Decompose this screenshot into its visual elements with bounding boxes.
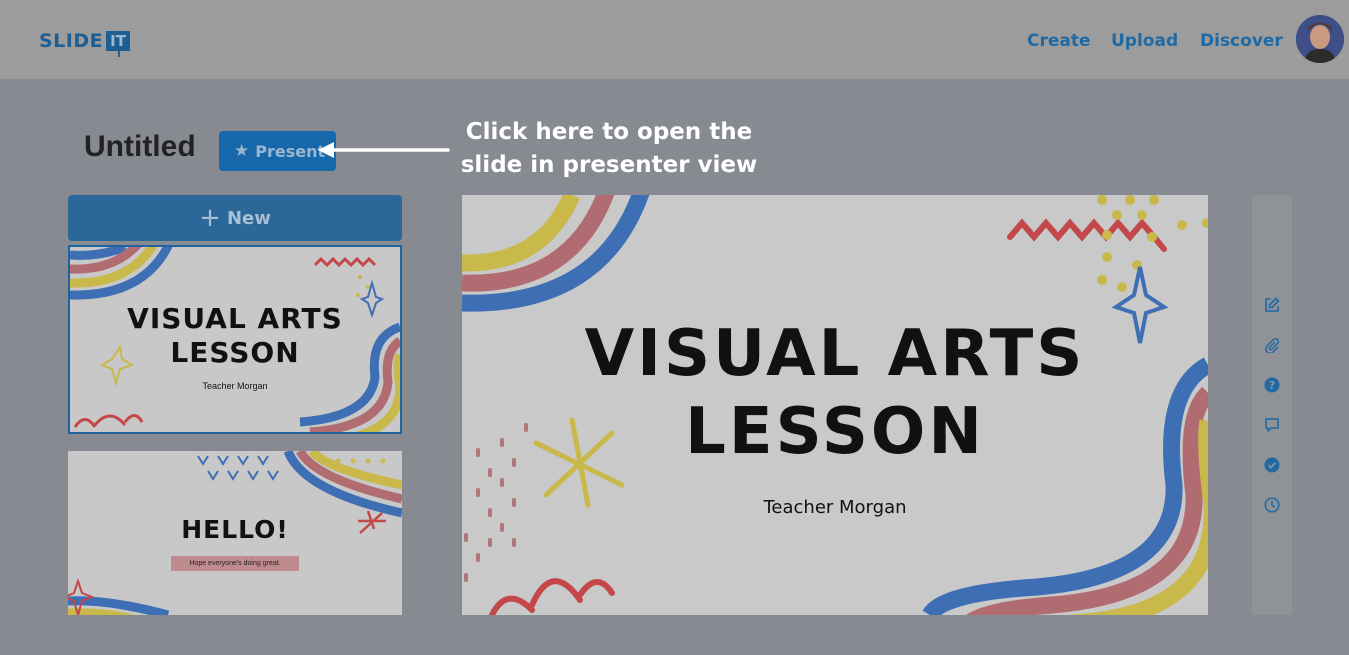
attachment-icon[interactable] xyxy=(1262,335,1282,355)
help-icon[interactable]: ? xyxy=(1262,375,1282,395)
present-label: Present xyxy=(255,141,326,161)
logo-word: SLIDE xyxy=(39,30,104,52)
slide-thumbnail-1[interactable]: VISUAL ARTS LESSON Teacher Morgan xyxy=(68,245,402,434)
slide-title: VISUAL ARTS LESSON xyxy=(70,302,400,370)
slide-subtitle: Teacher Morgan xyxy=(202,381,268,391)
nav-discover-link[interactable]: Discover xyxy=(1200,31,1283,51)
logo-badge: IT xyxy=(106,31,130,57)
slide-toolbar: ? xyxy=(1252,195,1292,615)
check-icon[interactable] xyxy=(1262,455,1282,475)
slide-title-line-1: VISUAL ARTS xyxy=(127,302,343,335)
main-slide-canvas[interactable]: VISUAL ARTS LESSON Teacher Morgan xyxy=(462,195,1208,615)
user-avatar[interactable] xyxy=(1296,15,1344,63)
slide-title-line-2: LESSON xyxy=(170,336,300,369)
star-icon: ★ xyxy=(234,141,250,161)
slide-title-line-2: LESSON xyxy=(685,395,985,469)
edit-icon[interactable] xyxy=(1262,295,1282,315)
nav-upload-link[interactable]: Upload xyxy=(1111,31,1178,51)
avatar-photo xyxy=(1296,15,1344,63)
slideit-logo[interactable]: SLIDE IT xyxy=(39,28,130,57)
slide-title: VISUAL ARTS LESSON xyxy=(462,315,1208,471)
plus-icon: + xyxy=(199,203,221,233)
slide-title: HELLO! xyxy=(181,515,289,544)
slide-thumbnail-2[interactable]: HELLO! Hope everyone's doing great. xyxy=(68,451,402,615)
nav-create-link[interactable]: Create xyxy=(1027,31,1091,51)
slide-subtitle: Hope everyone's doing great. xyxy=(171,556,299,571)
comment-icon[interactable] xyxy=(1262,415,1282,435)
top-bar: SLIDE IT Create Upload Discover xyxy=(0,0,1349,79)
history-icon[interactable] xyxy=(1262,495,1282,515)
new-label: New xyxy=(226,207,271,229)
slide-subtitle: Teacher Morgan xyxy=(763,497,907,518)
presentation-title[interactable]: Untitled xyxy=(84,130,196,164)
new-slide-button[interactable]: + New xyxy=(68,195,402,241)
svg-text:?: ? xyxy=(1269,379,1275,392)
tutorial-callout: Click here to open the slide in presente… xyxy=(460,119,758,178)
slide-title-line-1: VISUAL ARTS xyxy=(584,317,1086,391)
callout-arrow xyxy=(318,142,450,158)
